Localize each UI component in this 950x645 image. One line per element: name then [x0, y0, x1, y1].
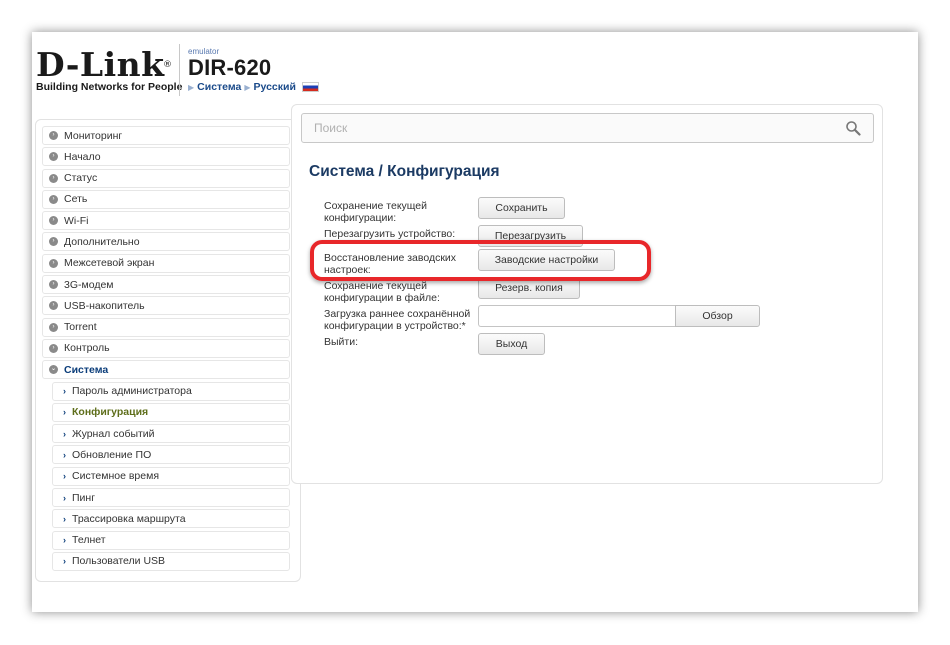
expand-bullet-icon: › [49, 131, 58, 140]
logo-registered-mark: ® [163, 60, 173, 70]
sidebar-nav: › Мониторинг › Начало › Статус › Сеть › Wi-Fi… [35, 119, 301, 582]
sidebar-subitem-system-time[interactable]: › Системное время [52, 466, 290, 486]
header-divider [179, 44, 180, 96]
logout-label: Выйти: [324, 336, 359, 348]
factory-reset-label: Восстановление заводских настроек: [324, 252, 457, 276]
search-box [301, 113, 874, 143]
sidebar-item-firewall[interactable]: › Межсетевой экран [42, 253, 290, 273]
factory-reset-button[interactable]: Заводские настройки [478, 249, 615, 271]
sidebar-item-monitoring[interactable]: › Мониторинг [42, 126, 290, 145]
sidebar-item-torrent[interactable]: › Torrent [42, 317, 290, 337]
chevron-right-icon: › [63, 556, 66, 567]
reboot-label: Перезагрузить устройство: [324, 228, 456, 240]
sidebar-subitem-usb-users[interactable]: › Пользователи USB [52, 551, 290, 571]
save-config-label: Сохранение текущей конфигурации: [324, 200, 428, 224]
expand-bullet-icon: › [49, 152, 58, 162]
expand-bullet-icon: › [49, 301, 58, 311]
main-panel: Система / Конфигурация Сохранение текуще… [291, 104, 883, 484]
expand-bullet-icon: › [49, 280, 58, 290]
page-title: Система / Конфигурация [309, 163, 500, 180]
chevron-right-icon: › [63, 513, 66, 524]
sidebar-subitem-firmware-update[interactable]: › Обновление ПО [52, 445, 290, 465]
sidebar-item-status[interactable]: › Статус [42, 168, 290, 188]
logo-text: D-Link [36, 45, 165, 84]
expand-bullet-icon: › [49, 237, 58, 247]
restore-file-field[interactable] [478, 305, 675, 327]
expand-bullet-icon: › [49, 173, 58, 183]
sidebar-item-control[interactable]: › Контроль [42, 338, 290, 358]
save-button[interactable]: Сохранить [478, 197, 565, 219]
sidebar-subitem-telnet[interactable]: › Телнет [52, 530, 290, 550]
model-block: emulator DIR-620 ▶ Система ▶ Русский [188, 47, 319, 93]
breadcrumb-system[interactable]: Система [197, 81, 241, 93]
breadcrumb-arrow-icon: ▶ [188, 82, 195, 92]
sidebar-subitem-configuration[interactable]: › Конфигурация [52, 402, 290, 422]
sidebar-subitem-ping[interactable]: › Пинг [52, 488, 290, 508]
sidebar-subitem-admin-password[interactable]: › Пароль администратора [52, 381, 290, 401]
sidebar-item-3g-modem[interactable]: › 3G-модем [42, 275, 290, 295]
browse-button[interactable]: Обзор [675, 305, 760, 327]
sidebar-item-network[interactable]: › Сеть [42, 189, 290, 209]
dlink-logo: D-Link ® Building Networks for People [36, 45, 182, 94]
model-name: DIR-620 [188, 55, 272, 80]
sidebar-subitem-event-log[interactable]: › Журнал событий [52, 424, 290, 444]
chevron-right-icon: › [63, 535, 66, 546]
sidebar-item-usb-storage[interactable]: › USB-накопитель [42, 296, 290, 316]
reboot-button[interactable]: Перезагрузить [478, 225, 583, 247]
chevron-right-icon: › [63, 428, 66, 439]
breadcrumb: ▶ Система ▶ Русский [188, 81, 319, 93]
sidebar-item-wifi[interactable]: › Wi-Fi [42, 211, 290, 231]
expand-bullet-icon: › [49, 258, 58, 268]
search-input[interactable] [314, 121, 834, 135]
collapse-bullet-icon: ⌄ [49, 365, 58, 375]
breadcrumb-language[interactable]: Русский [254, 81, 296, 93]
sidebar-item-start[interactable]: › Начало [42, 147, 290, 167]
expand-bullet-icon: › [49, 343, 58, 353]
chevron-right-icon: › [63, 386, 66, 397]
chevron-right-icon: › [63, 471, 66, 482]
backup-label: Сохранение текущей конфигурации в файле: [324, 280, 440, 304]
sidebar-item-advanced[interactable]: › Дополнительно [42, 232, 290, 252]
search-icon[interactable] [845, 120, 861, 136]
expand-bullet-icon: › [49, 194, 58, 204]
restore-config-label: Загрузка раннее сохранённой конфигурации… [324, 308, 471, 332]
logout-button[interactable]: Выход [478, 333, 545, 355]
sidebar-item-system[interactable]: ⌄ Система [42, 360, 290, 380]
router-web-interface: D-Link ® Building Networks for People emu… [32, 32, 918, 612]
chevron-right-icon: › [63, 492, 66, 503]
breadcrumb-arrow-icon: ▶ [244, 82, 251, 92]
sidebar-subitem-traceroute[interactable]: › Трассировка маршрута [52, 509, 290, 529]
chevron-right-icon: › [63, 407, 66, 418]
expand-bullet-icon: › [49, 322, 58, 332]
backup-button[interactable]: Резерв. копия [478, 277, 580, 299]
expand-bullet-icon: › [49, 216, 58, 226]
russian-flag-icon[interactable] [301, 82, 319, 92]
chevron-right-icon: › [63, 449, 66, 460]
